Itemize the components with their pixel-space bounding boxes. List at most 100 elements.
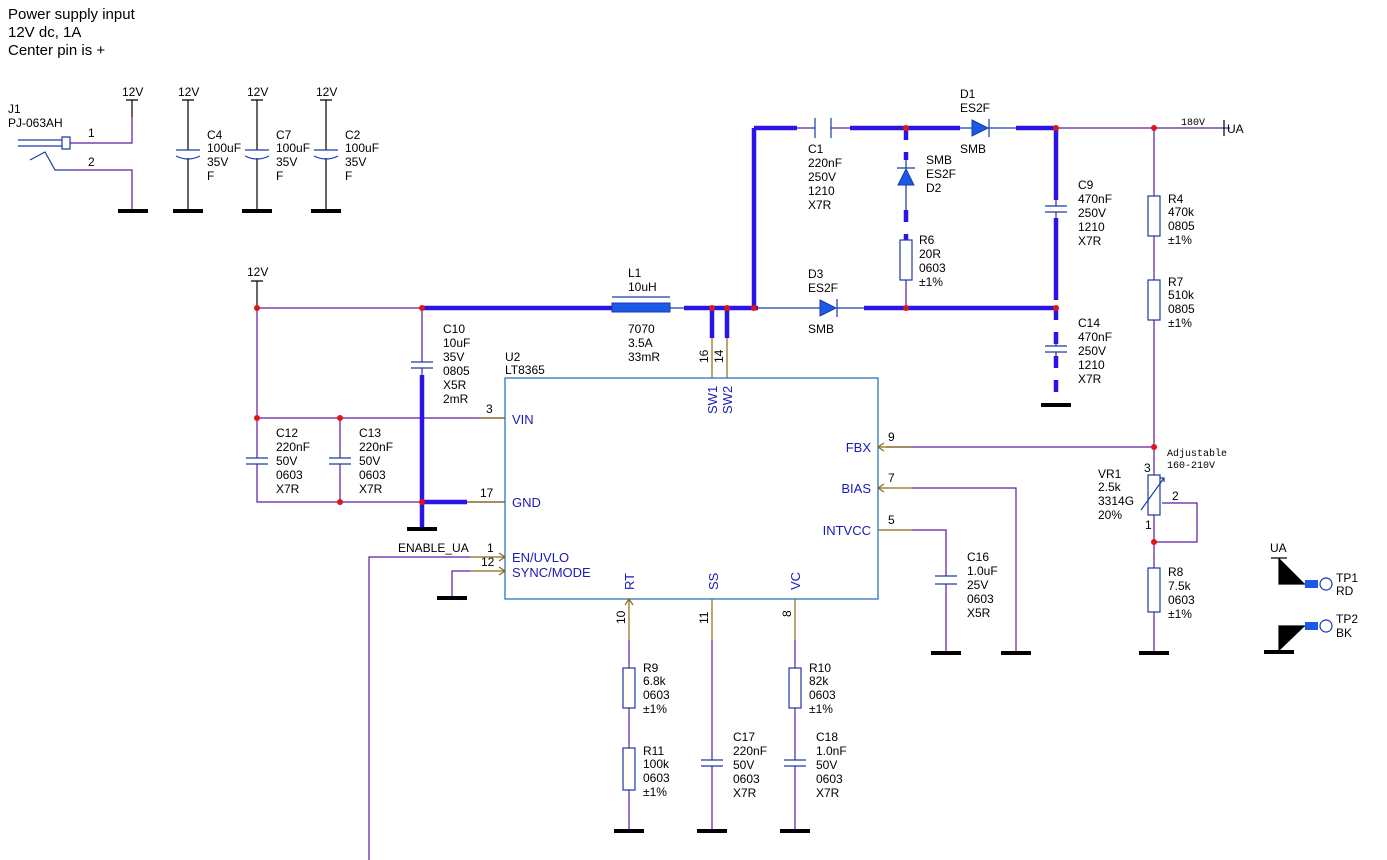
c7-value: 100uF [276, 141, 310, 155]
c18-dielectric: X7R [816, 786, 840, 800]
c2-voltage: 35V [345, 155, 366, 169]
pin-vin-label: VIN [512, 412, 534, 427]
u2-value: LT8365 [505, 363, 545, 377]
d3-ref: D3 [808, 267, 824, 281]
r9-size: 0603 [643, 688, 670, 702]
c7-type: F [276, 169, 283, 183]
c9-value: 470nF [1078, 192, 1112, 206]
j1-pin1: 1 [88, 126, 95, 140]
r10-tolerance: ±1% [809, 702, 833, 716]
ic-u2: U2 LT8365 VIN 3 GND 17 EN/UVLO 1 SYNC/MO… [467, 349, 912, 640]
c18-voltage: 50V [816, 758, 837, 772]
pin-bias-label: BIAS [841, 481, 871, 496]
c14-voltage: 250V [1078, 344, 1106, 358]
tp2-ref: TP2 [1336, 612, 1358, 626]
title-line-2: 12V dc, 1A [8, 24, 81, 41]
r4-size: 0805 [1168, 219, 1195, 233]
r11-ref: R11 [643, 744, 664, 758]
c7-voltage: 35V [276, 155, 297, 169]
bias-intvcc: C16 1.0uF 25V 0603 X5R [912, 487, 1031, 655]
resistor-icon [1147, 195, 1161, 237]
diode-d2: SMB ES2F D2 [897, 153, 956, 210]
c13-dielectric: X7R [359, 482, 383, 496]
net-ua-tp: UA [1270, 541, 1287, 555]
c4-type: F [207, 169, 214, 183]
potentiometer-icon [1147, 474, 1161, 516]
enable-net: ENABLE_UA [368, 541, 470, 860]
pin-sw2-num: 14 [712, 349, 726, 363]
pin-sync-label: SYNC/MODE [512, 565, 591, 580]
pin-intvcc-num: 5 [888, 513, 895, 527]
d2-package: SMB [926, 153, 952, 167]
r6-size: 0603 [919, 261, 946, 275]
d1-package: SMB [960, 142, 986, 156]
c12-value: 220nF [276, 440, 310, 454]
net-ua: UA [1227, 122, 1244, 136]
c10-value: 10uF [443, 336, 470, 350]
pin-intvcc-label: INTVCC [823, 523, 871, 538]
r7-tolerance: ±1% [1168, 316, 1192, 330]
u2-ref: U2 [505, 350, 521, 364]
c2-type: F [345, 169, 352, 183]
j1-value: PJ-063AH [8, 116, 63, 130]
c13-voltage: 50V [359, 454, 380, 468]
net-12v-input: 12V [247, 265, 268, 279]
pin-ss-num: 11 [697, 611, 711, 624]
pin-gnd-label: GND [512, 495, 541, 510]
r10-ref: R10 [809, 661, 831, 675]
j1-pin2: 2 [88, 155, 95, 169]
r4-tolerance: ±1% [1168, 233, 1192, 247]
title-line-3: Center pin is + [8, 42, 105, 59]
capacitor-c4: 12V C4 100uF 35V F [173, 85, 241, 213]
r10-size: 0603 [809, 688, 836, 702]
c12-ref: C12 [276, 426, 298, 440]
pin-gnd-num: 17 [480, 486, 494, 500]
c12-voltage: 50V [276, 454, 297, 468]
l1-value: 10uH [628, 280, 657, 294]
schematic-diagram: Power supply input 12V dc, 1A Center pin… [8, 6, 1358, 860]
vr1-pin2: 2 [1172, 489, 1179, 503]
c12-size: 0603 [276, 468, 303, 482]
r8-size: 0603 [1168, 593, 1195, 607]
d2-ref: D2 [926, 181, 942, 195]
pin-fbx-num: 9 [888, 430, 895, 444]
c14-size: 1210 [1078, 358, 1105, 372]
r9-tolerance: ±1% [643, 702, 667, 716]
net-12v-c7: 12V [247, 85, 268, 99]
pin-sw1-label: SW1 [705, 386, 720, 414]
tp2-label: BK [1336, 626, 1352, 640]
r11-size: 0603 [643, 771, 670, 785]
c13-value: 220nF [359, 440, 393, 454]
r10-value: 82k [809, 674, 829, 688]
c13-ref: C13 [359, 426, 381, 440]
diode-icon [897, 167, 915, 186]
tp1-ref: TP1 [1336, 571, 1358, 585]
net-enable-ua: ENABLE_UA [398, 541, 469, 555]
net-12v-j1: 12V [122, 85, 143, 99]
resistor-icon [1147, 279, 1161, 321]
vr1-tolerance: 20% [1098, 508, 1122, 522]
title-block: Power supply input 12V dc, 1A Center pin… [8, 6, 136, 59]
pin-bias-num: 7 [888, 471, 895, 485]
c16-value: 1.0uF [967, 564, 998, 578]
r6-value: 20R [919, 247, 941, 261]
pin-vc-label: VC [788, 572, 803, 590]
capacitor-c13: C13 220nF 50V 0603 X7R [329, 426, 393, 496]
r7-value: 510k [1168, 288, 1195, 302]
c4-voltage: 35V [207, 155, 228, 169]
pin-vin-num: 3 [486, 402, 493, 416]
connector-j1: J1 PJ-063AH 1 2 12V [8, 85, 148, 213]
c1-size: 1210 [808, 184, 835, 198]
capacitor-c14: C14 470nF 250V 1210 X7R [1045, 316, 1112, 386]
c16-size: 0603 [967, 592, 994, 606]
net-12v-c4: 12V [178, 85, 199, 99]
c17-voltage: 50V [733, 758, 754, 772]
l1-ref: L1 [628, 266, 642, 280]
resistor-icon [1147, 567, 1161, 613]
r7-ref: R7 [1168, 275, 1184, 289]
c9-ref: C9 [1078, 178, 1094, 192]
c1-voltage: 250V [808, 170, 836, 184]
d2-value: ES2F [926, 167, 956, 181]
c17-ref: C17 [733, 730, 755, 744]
d1-value: ES2F [960, 101, 990, 115]
